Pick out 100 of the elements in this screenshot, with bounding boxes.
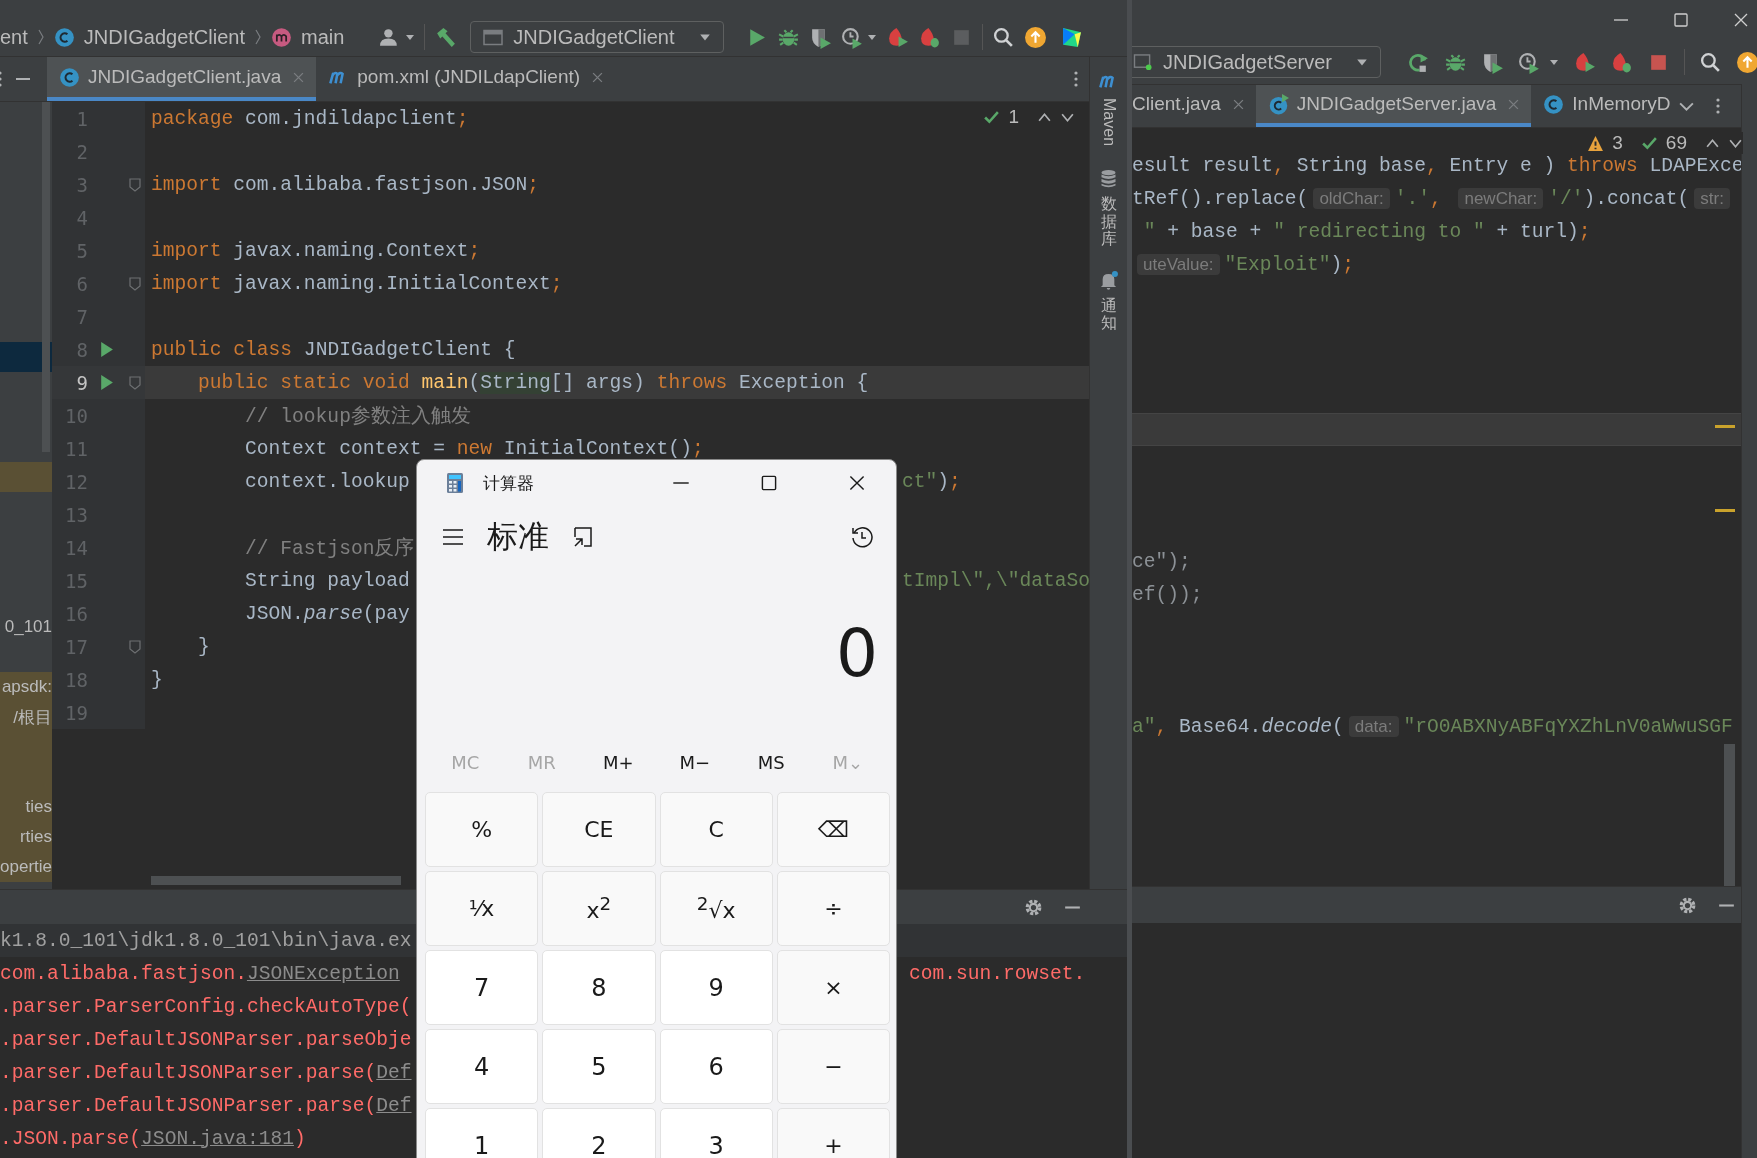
- check-count: 69: [1665, 132, 1687, 154]
- code-text: esult result, String base, Entry e ) throws LDAPExce: [1132, 154, 1744, 177]
- window-icon: [1133, 53, 1153, 71]
- code-text: context.lookup: [244, 470, 410, 493]
- calculator-key[interactable]: ⌫: [776, 792, 890, 867]
- breadcrumb-item[interactable]: ent: [0, 25, 28, 49]
- calculator-key[interactable]: %: [425, 792, 539, 867]
- run-configuration-dropdown[interactable]: JNDIGadgetClient: [470, 21, 724, 53]
- breadcrumb-item[interactable]: main: [301, 25, 345, 49]
- calculator-key[interactable]: 5: [542, 1029, 656, 1104]
- source-link[interactable]: Def: [376, 1094, 412, 1117]
- warning-count: 3: [1612, 132, 1623, 154]
- editor-tab[interactable]: JNDIGadgetClient.java: [47, 57, 317, 101]
- source-link[interactable]: JSON.java:181: [141, 1127, 294, 1150]
- code-text: uteValue: "Exploit");: [1132, 253, 1354, 276]
- calculator-key[interactable]: 3: [659, 1108, 773, 1158]
- search-icon[interactable]: [1698, 50, 1722, 74]
- caret-icon[interactable]: [405, 32, 416, 42]
- scrollbar-thumb[interactable]: [151, 876, 401, 885]
- code-text: tRef().replace( oldChar: '.', newChar: '/').concat( str:: [1132, 187, 1735, 210]
- more-icon[interactable]: [1715, 96, 1721, 116]
- display-value: 0: [836, 614, 878, 692]
- memory-button[interactable]: M+: [580, 738, 657, 786]
- calculator-key[interactable]: 9: [659, 950, 773, 1025]
- console-line: .parser.DefaultJSONParser.parse(Def: [0, 1094, 412, 1117]
- keep-on-top-icon[interactable]: [571, 525, 595, 549]
- code-text: // lookup参数注入触发: [244, 404, 471, 429]
- parameter-hint: uteValue:: [1137, 253, 1220, 275]
- calculator-key[interactable]: 6: [659, 1029, 773, 1104]
- update-icon[interactable]: [1735, 50, 1757, 74]
- more-icon[interactable]: [1073, 69, 1079, 89]
- calculator-key[interactable]: −: [776, 1029, 890, 1104]
- code-text: }: [197, 635, 210, 658]
- source-link[interactable]: JSONException: [246, 962, 400, 985]
- code-text: import com.alibaba.fastjson.JSON;: [151, 173, 540, 196]
- calculator-key[interactable]: 1: [425, 1108, 539, 1158]
- calculator-key[interactable]: x$^{2}$: [542, 871, 656, 946]
- editor-tab[interactable]: pom.xml (JNDILdapClient): [316, 57, 616, 101]
- breadcrumb-item[interactable]: JNDIGadgetClient: [83, 25, 245, 49]
- fold-marker-icon[interactable]: [128, 177, 141, 192]
- project-tree-row[interactable]: /根目: [0, 702, 52, 732]
- code-text: JSON.parse(pay: [244, 602, 410, 625]
- calculator-key[interactable]: $^{2}$√x: [659, 871, 773, 946]
- console-line: com.alibaba.fastjson.JSONException: [0, 962, 400, 985]
- editor-tab[interactable]: InMemoryD: [1531, 85, 1683, 127]
- tool-window-button[interactable]: Maven: [1098, 71, 1119, 147]
- source-link[interactable]: Def: [376, 1061, 412, 1084]
- editor-tab[interactable]: JNDIGadgetServer.java: [1255, 85, 1532, 127]
- calculator-key[interactable]: ⅟x: [425, 871, 539, 946]
- parameter-hint: newChar:: [1458, 187, 1544, 209]
- run-configuration-dropdown[interactable]: JNDIGadgetServer: [1132, 46, 1381, 78]
- class-icon: [53, 26, 75, 48]
- hammer-icon[interactable]: [434, 25, 458, 49]
- tool-window-button[interactable]: 通知: [1098, 269, 1119, 332]
- project-tree-row[interactable]: apsdk:: [0, 672, 52, 702]
- profile-icon[interactable]: [840, 25, 864, 49]
- calculator-key[interactable]: CE: [542, 792, 656, 867]
- caret-icon[interactable]: [1548, 57, 1559, 67]
- code-text: public class JNDIGadgetClient {: [151, 338, 516, 361]
- calculator-key[interactable]: 4: [425, 1029, 539, 1104]
- calculator-key[interactable]: 8: [542, 950, 656, 1025]
- calculator-key[interactable]: ÷: [776, 871, 890, 946]
- calculator-key[interactable]: +: [776, 1108, 890, 1158]
- parameter-hint: str:: [1694, 187, 1730, 209]
- fold-marker-icon[interactable]: [128, 276, 141, 291]
- window-title: 计算器: [483, 471, 534, 495]
- project-tree-row[interactable]: rties: [0, 822, 52, 852]
- memory-button[interactable]: M−: [656, 738, 733, 786]
- project-tree-row[interactable]: ties: [0, 792, 52, 822]
- bell-icon: [1098, 269, 1119, 291]
- check-count: 1: [1008, 106, 1019, 128]
- project-tree-row[interactable]: opertie: [0, 852, 52, 882]
- scrollbar-thumb[interactable]: [42, 102, 50, 452]
- code-text: ce");: [1132, 550, 1191, 573]
- profile-icon[interactable]: [1517, 50, 1541, 74]
- code-text: import javax.naming.Context;: [151, 239, 481, 262]
- code-text: " + base + " redirecting to " + turl);: [1142, 220, 1591, 243]
- calculator-key[interactable]: 2: [542, 1108, 656, 1158]
- project-tree-row[interactable]: 0_101: [0, 612, 52, 642]
- tool-window-button[interactable]: 数据库: [1098, 168, 1119, 248]
- fold-marker-icon[interactable]: [128, 639, 141, 654]
- memory-button[interactable]: MS: [733, 738, 810, 786]
- code-text: }: [151, 668, 163, 691]
- update-icon[interactable]: [1023, 25, 1047, 49]
- calculator-key[interactable]: 7: [425, 950, 539, 1025]
- chevron-right-icon: [36, 27, 45, 47]
- caret-icon[interactable]: [866, 32, 877, 42]
- code-text: // Fastjson反序: [244, 536, 415, 561]
- search-icon[interactable]: [991, 25, 1015, 49]
- history-icon[interactable]: [850, 525, 874, 549]
- parameter-hint: data:: [1348, 715, 1399, 737]
- window-icon: [483, 28, 504, 46]
- scrollbar-thumb[interactable]: [1724, 744, 1735, 886]
- fold-marker-icon[interactable]: [128, 375, 141, 390]
- calculator-key[interactable]: C: [659, 792, 773, 867]
- console-line: com.sun.rowset.: [909, 962, 1086, 985]
- calculator-key[interactable]: ×: [776, 950, 890, 1025]
- code-text: String payload: [244, 569, 410, 592]
- editor-tab[interactable]: Client.java: [1132, 85, 1256, 127]
- chevron-right-icon: [254, 27, 262, 47]
